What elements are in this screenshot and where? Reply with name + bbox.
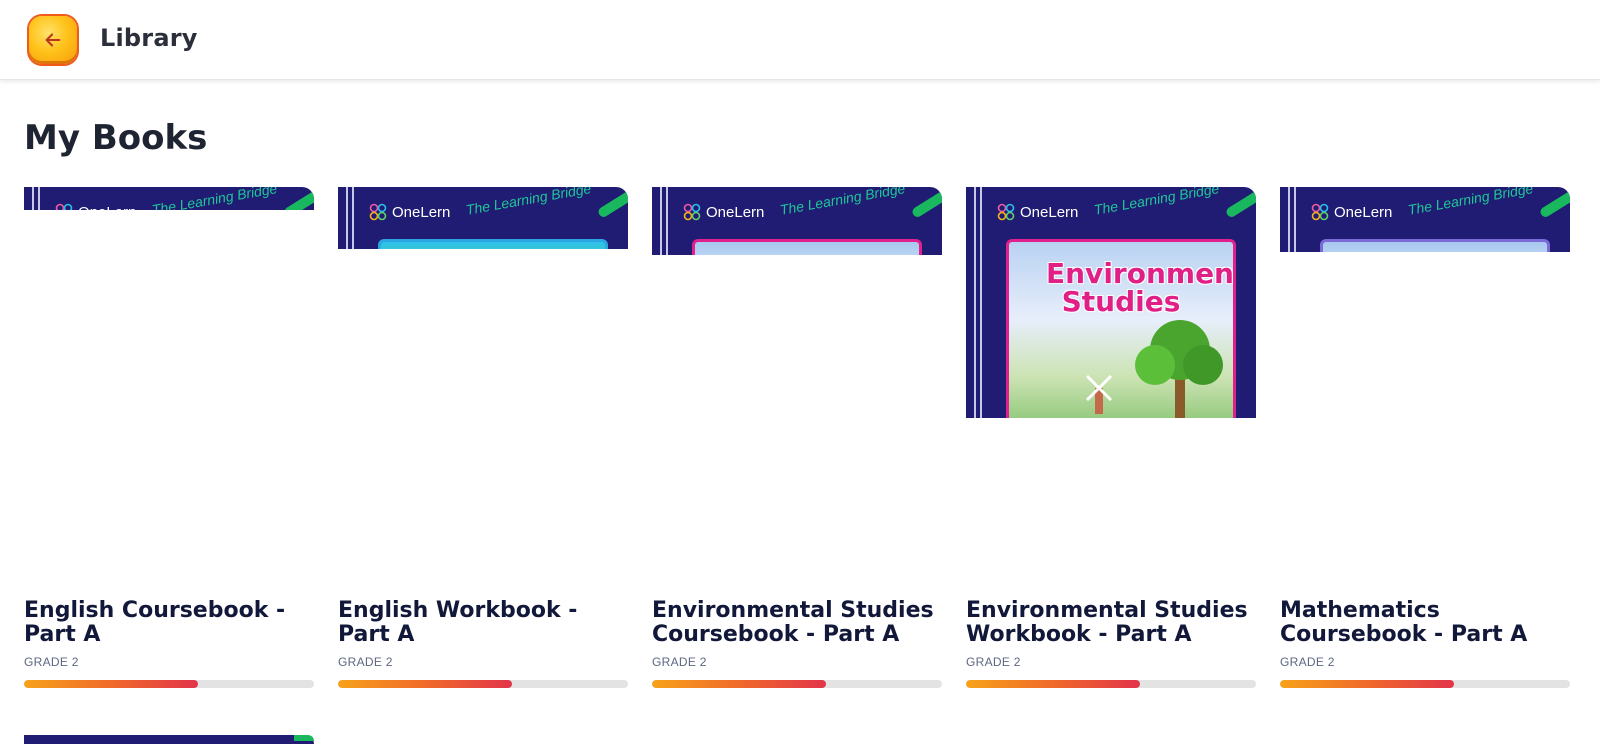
cover-artwork bbox=[692, 239, 922, 255]
book-title[interactable]: English Coursebook - Part A bbox=[24, 599, 314, 647]
progress-fill bbox=[338, 680, 512, 688]
cover-tagline: The Learning Bridge bbox=[464, 187, 593, 218]
cover-brand: OneLern bbox=[1310, 202, 1392, 222]
progress-fill bbox=[652, 680, 826, 688]
cover-artwork bbox=[378, 239, 608, 249]
cover-title: Environmental Studies bbox=[1046, 257, 1234, 318]
book-grade: GRADE 2 bbox=[338, 655, 393, 669]
book-grade: GRADE 2 bbox=[24, 655, 79, 669]
onelern-logo-icon bbox=[683, 203, 701, 221]
onelern-logo-icon bbox=[369, 203, 387, 221]
progress-bar bbox=[966, 680, 1256, 688]
progress-fill bbox=[24, 680, 198, 688]
cover-tagline: The Learning Bridge bbox=[1406, 187, 1535, 218]
cover-brand: OneLern bbox=[54, 202, 136, 210]
cover-artwork: Environmental Studies bbox=[1006, 239, 1236, 418]
arrow-left-icon bbox=[45, 33, 61, 47]
book-cover[interactable]: OneLern The Learning Bridge bbox=[652, 187, 942, 255]
cover-tagline: The Learning Bridge bbox=[150, 187, 279, 210]
book-cover-partial[interactable] bbox=[24, 735, 314, 744]
cover-brand: OneLern bbox=[368, 202, 450, 222]
tree-illustration bbox=[1135, 320, 1223, 418]
cover-artwork bbox=[1320, 239, 1550, 252]
progress-fill bbox=[966, 680, 1140, 688]
book-grade: GRADE 2 bbox=[652, 655, 707, 669]
book-cover[interactable]: OneLern The Learning Bridge Environmenta… bbox=[966, 187, 1256, 418]
progress-bar bbox=[24, 680, 314, 688]
cover-brand: OneLern bbox=[682, 202, 764, 222]
onelern-logo-icon bbox=[997, 203, 1015, 221]
windmill-illustration bbox=[1085, 374, 1113, 414]
cover-brand: OneLern bbox=[996, 202, 1078, 222]
book-title[interactable]: Mathematics Coursebook - Part A bbox=[1280, 599, 1570, 647]
cover-tagline: The Learning Bridge bbox=[778, 187, 907, 218]
book-grade: GRADE 2 bbox=[1280, 655, 1335, 669]
book-cover[interactable]: OneLern The Learning Bridge bbox=[24, 187, 314, 210]
book-grade: GRADE 2 bbox=[966, 655, 1021, 669]
top-bar: Library bbox=[0, 0, 1600, 80]
page-title: Library bbox=[100, 24, 198, 52]
onelern-logo-icon bbox=[1311, 203, 1329, 221]
book-title[interactable]: Environmental Studies Coursebook - Part … bbox=[652, 599, 942, 647]
cover-tagline: The Learning Bridge bbox=[1092, 187, 1221, 218]
onelern-logo-icon bbox=[55, 203, 73, 210]
progress-bar bbox=[1280, 680, 1570, 688]
progress-fill bbox=[1280, 680, 1454, 688]
book-title[interactable]: Environmental Studies Workbook - Part A bbox=[966, 599, 1256, 647]
back-button[interactable] bbox=[29, 16, 77, 64]
book-cover[interactable]: OneLern The Learning Bridge bbox=[1280, 187, 1570, 252]
section-title: My Books bbox=[24, 118, 208, 158]
progress-bar bbox=[338, 680, 628, 688]
progress-bar bbox=[652, 680, 942, 688]
book-title[interactable]: English Workbook - Part A bbox=[338, 599, 628, 647]
book-cover[interactable]: OneLern The Learning Bridge bbox=[338, 187, 628, 249]
